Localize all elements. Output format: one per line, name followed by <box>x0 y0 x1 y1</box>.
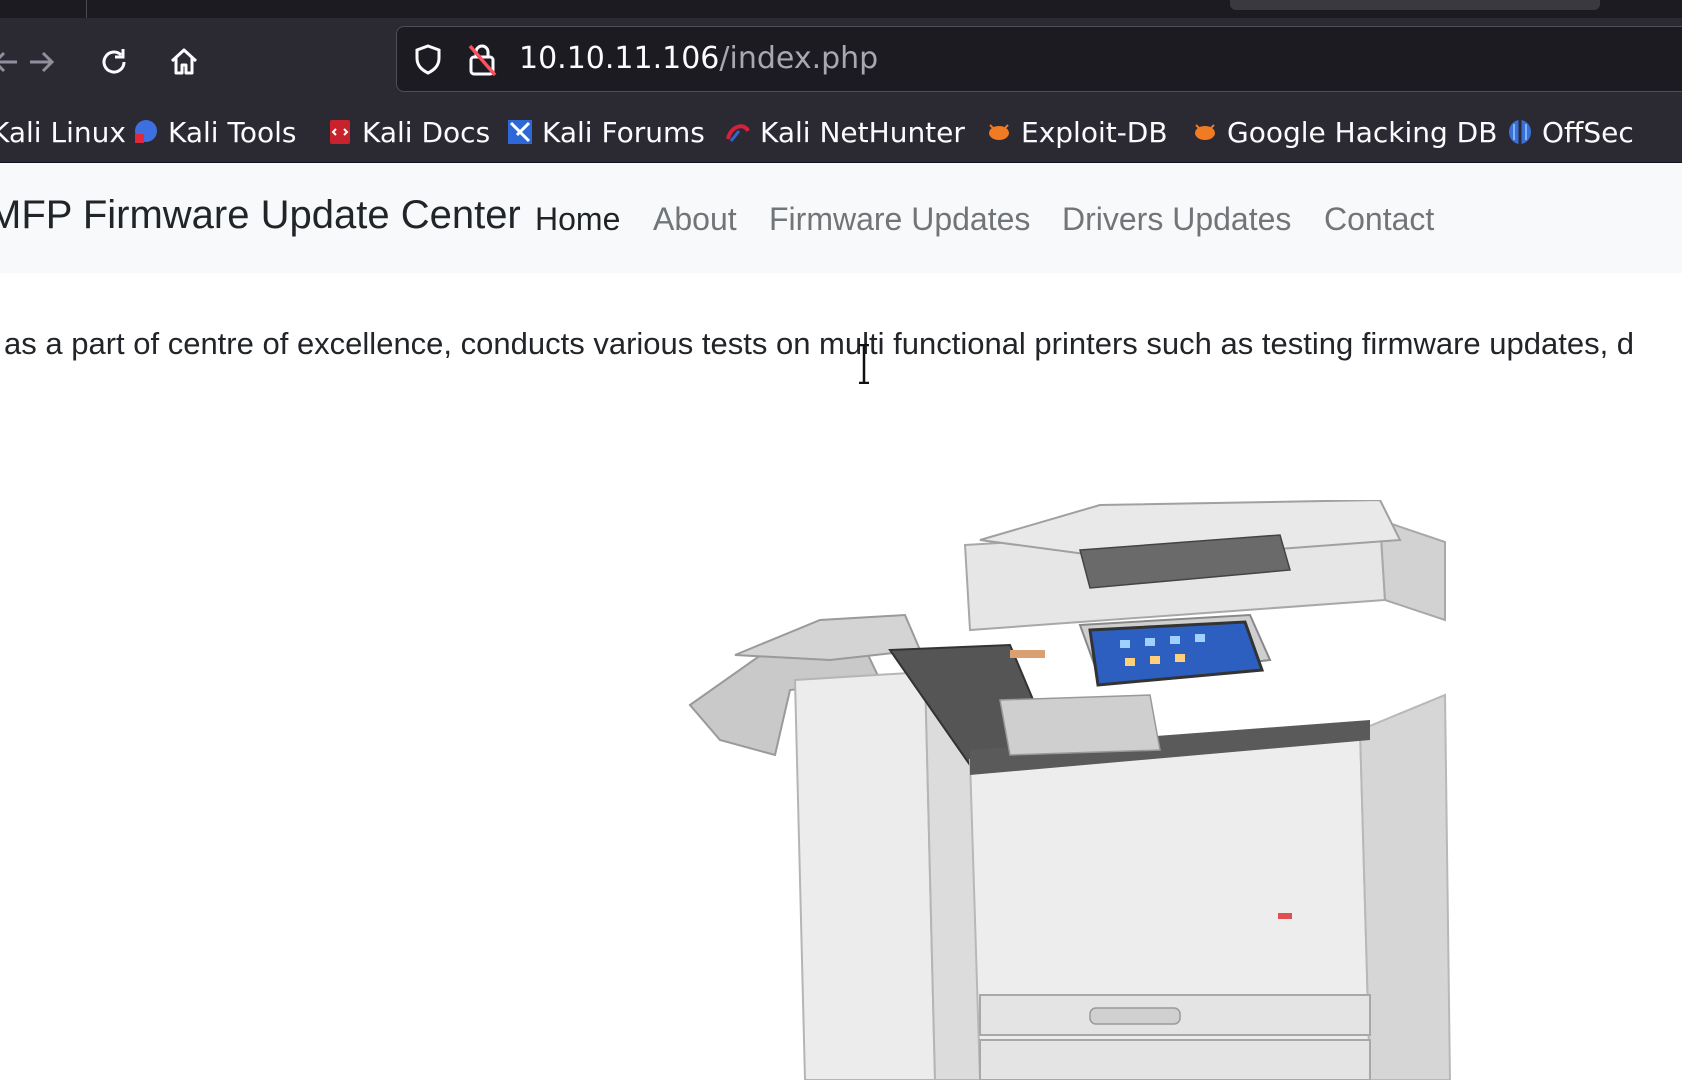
bookmark-offsec[interactable]: OffSec <box>1507 112 1634 152</box>
bookmark-kali-nethunter[interactable]: Kali NetHunter <box>725 112 965 152</box>
tab-strip <box>0 0 1682 18</box>
bookmark-kali-docs[interactable]: Kali Docs <box>327 112 490 152</box>
intro-text: as a part of centre of excellence, condu… <box>4 326 1635 361</box>
bookmark-exploit-db[interactable]: Exploit-DB <box>986 112 1168 152</box>
text-cursor-icon <box>858 343 870 388</box>
bookmarks-toolbar: Kali Linux Kali Tools Kali Docs Kali For… <box>0 102 1682 163</box>
nav-drivers-updates[interactable]: Drivers Updates <box>1062 201 1291 238</box>
bookmark-google-hacking-db[interactable]: Google Hacking DB <box>1192 112 1497 152</box>
bookmark-label: Kali Forums <box>542 115 705 149</box>
home-icon[interactable] <box>164 42 204 82</box>
kali-docs-icon <box>327 119 353 145</box>
insecure-lock-icon[interactable] <box>467 43 497 81</box>
kali-nethunter-icon <box>725 119 751 145</box>
offsec-icon <box>1507 119 1533 145</box>
bookmark-label: Kali NetHunter <box>760 115 965 149</box>
multifunction-printer-image <box>688 500 1452 1080</box>
bookmark-label: Kali Tools <box>168 115 297 149</box>
bookmark-label: Kali Docs <box>362 115 491 149</box>
forward-arrow-icon[interactable] <box>22 42 62 82</box>
tab-overflow-indicator[interactable] <box>1230 0 1600 10</box>
bookmark-kali-tools[interactable]: Kali Tools <box>133 112 296 152</box>
nav-contact[interactable]: Contact <box>1324 201 1434 238</box>
bookmark-label: OffSec <box>1542 115 1634 149</box>
bookmark-label: Google Hacking DB <box>1227 115 1498 149</box>
bookmark-kali-linux[interactable]: Kali Linux <box>0 112 126 152</box>
nav-about[interactable]: About <box>653 201 737 238</box>
site-navbar: MFP Firmware Update Center Home About Fi… <box>0 163 1682 273</box>
kali-forums-icon <box>507 119 533 145</box>
shield-icon[interactable] <box>413 43 443 79</box>
kali-tools-icon <box>133 119 159 145</box>
google-hacking-db-icon <box>1192 119 1218 145</box>
url-host: 10.10.11.106 <box>519 41 720 76</box>
browser-toolbar: 10.10.11.106/index.php <box>0 18 1682 102</box>
nav-home[interactable]: Home <box>535 201 620 238</box>
nav-firmware-updates[interactable]: Firmware Updates <box>769 201 1030 238</box>
bookmark-label: Kali Linux <box>0 115 126 149</box>
url-path: /index.php <box>719 41 879 76</box>
url-text[interactable]: 10.10.11.106/index.php <box>519 41 878 76</box>
bookmark-kali-forums[interactable]: Kali Forums <box>507 112 705 152</box>
tab-separator <box>86 0 87 18</box>
bookmark-label: Exploit-DB <box>1021 115 1168 149</box>
site-brand[interactable]: MFP Firmware Update Center <box>0 193 521 238</box>
address-bar[interactable]: 10.10.11.106/index.php <box>396 26 1682 92</box>
reload-icon[interactable] <box>94 42 134 82</box>
exploit-db-icon <box>986 119 1012 145</box>
